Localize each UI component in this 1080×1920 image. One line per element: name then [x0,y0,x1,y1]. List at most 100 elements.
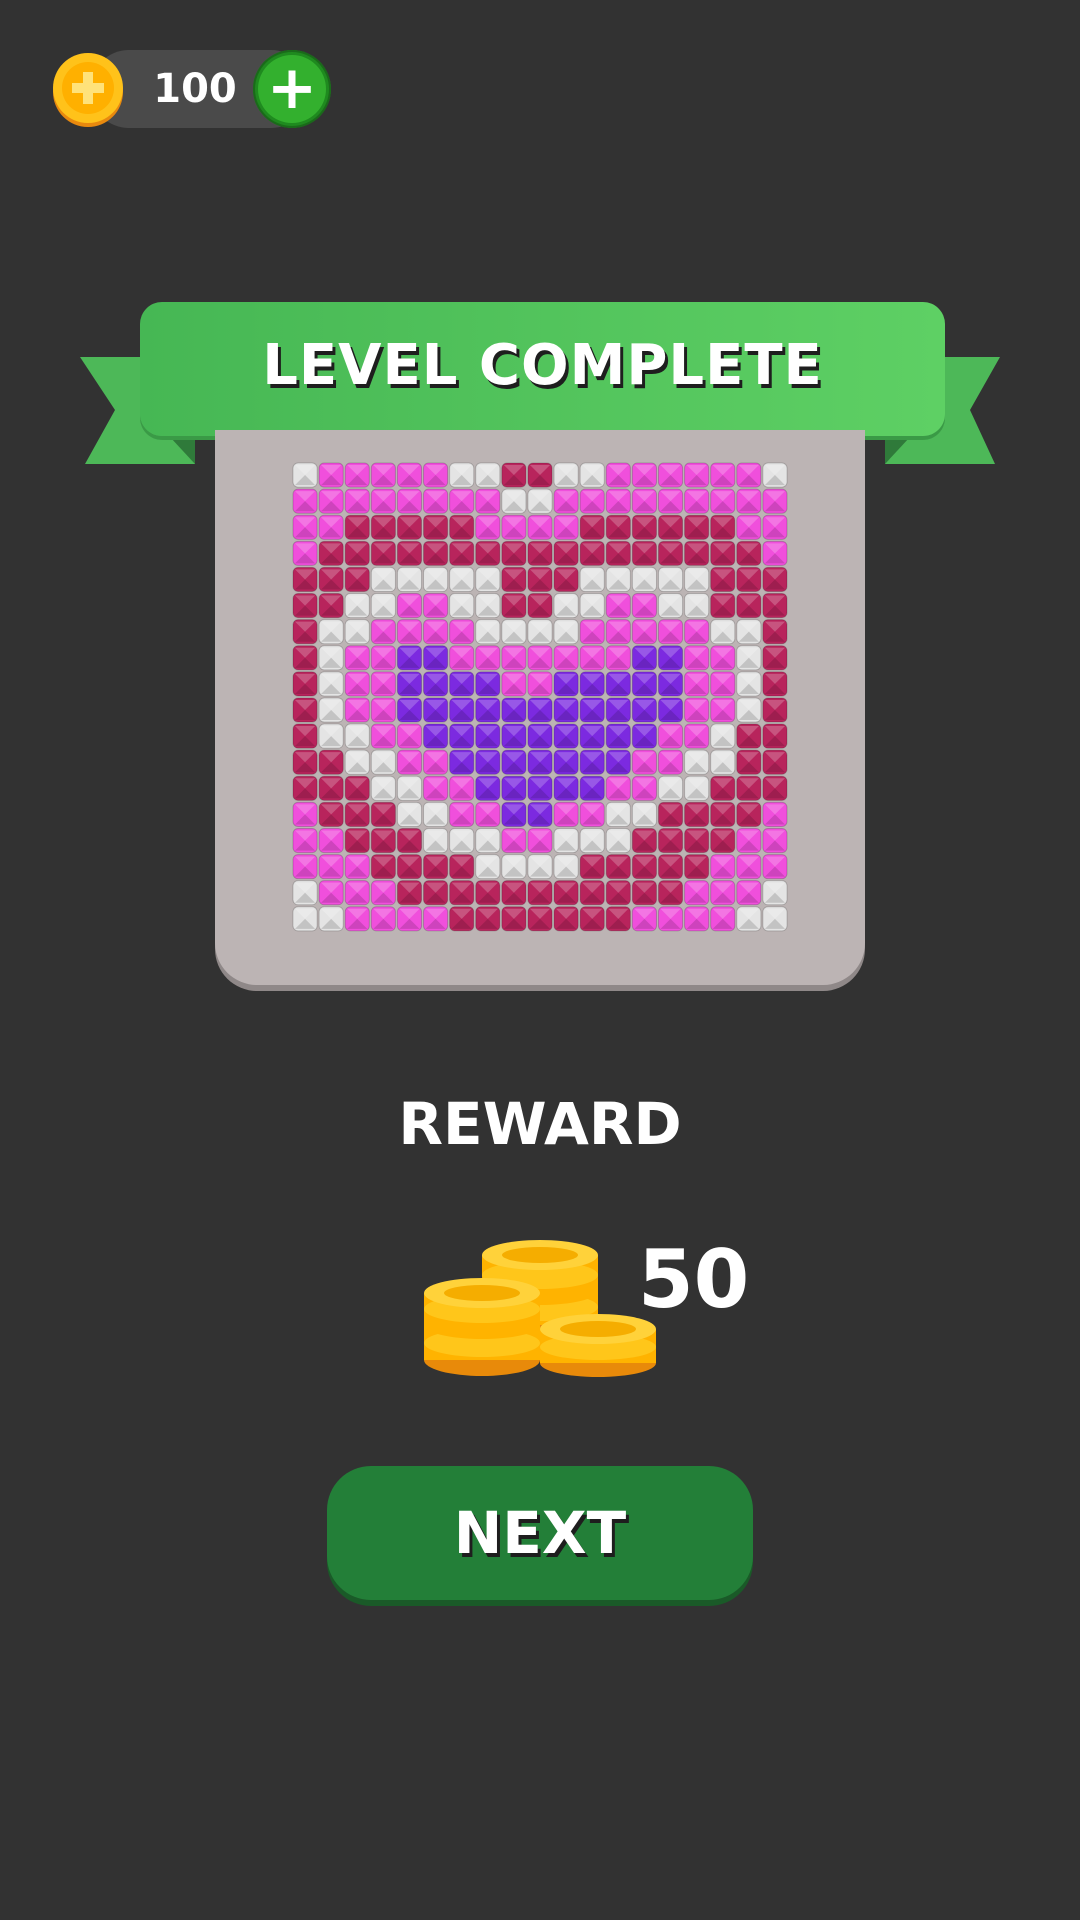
pixel-white [553,827,579,854]
pixel-pink [605,488,631,514]
next-button[interactable]: NEXT [327,1466,753,1600]
pixel-pink [631,749,657,775]
pixel-crimson [762,593,788,619]
pixel-crimson [553,566,579,593]
pixel-crimson [605,854,631,880]
pixel-white [318,723,344,749]
pixel-crimson [344,801,370,827]
pixel-pink [475,514,501,540]
pixel-violet [527,697,553,723]
pixel-pink [318,514,344,540]
pixel-white [475,566,501,593]
pixel-crimson [475,540,501,566]
pixel-crimson [657,540,684,566]
pixel-pink [318,488,344,514]
pixel-pink [710,906,736,932]
pixel-pink [501,827,527,854]
pixel-pink [579,801,605,827]
pixel-crimson [318,775,344,801]
pixel-white [736,645,762,671]
pixel-crimson [605,906,631,932]
pixel-pink [292,514,318,540]
pixel-pink [396,593,423,619]
pixel-violet [579,749,605,775]
pixel-crimson [344,514,370,540]
add-coins-button[interactable]: + [253,50,331,128]
pixel-white [344,619,370,645]
pixel-violet [475,697,501,723]
pixel-white [396,775,423,801]
pixel-pink [579,619,605,645]
pixel-violet [501,775,527,801]
pixel-pink [527,827,553,854]
pixel-crimson [370,540,396,566]
pixel-crimson [527,906,553,932]
pixel-pink [344,645,370,671]
pixel-violet [501,801,527,827]
pixel-crimson [370,801,396,827]
banner-body: LEVEL COMPLETE [140,302,945,436]
pixel-crimson [527,593,553,619]
pixel-crimson [762,566,788,593]
pixel-crimson [501,540,527,566]
pixel-violet [605,671,631,697]
pixel-crimson [684,854,710,880]
pixel-crimson [501,593,527,619]
pixel-crimson [292,749,318,775]
pixel-pink [344,906,370,932]
pixel-white [762,880,788,906]
pixel-pink [370,645,396,671]
pixel-white [344,723,370,749]
pixel-white [318,671,344,697]
pixel-pink [710,697,736,723]
pixel-violet [449,723,475,749]
pixel-white [553,619,579,645]
pixel-white [475,593,501,619]
pixel-pink [710,671,736,697]
pixel-pink [449,775,475,801]
pixel-crimson [553,906,579,932]
pixel-pink [736,514,762,540]
pixel-white [449,593,475,619]
pixel-pink [605,462,631,488]
pixel-crimson [449,854,475,880]
pixel-pink [605,645,631,671]
pixel-pink [396,906,423,932]
pixel-white [396,566,423,593]
pixel-violet [423,723,449,749]
pixel-pink [344,462,370,488]
pixel-crimson [736,775,762,801]
pixel-pink [423,462,449,488]
pixel-crimson [501,462,527,488]
pixel-pink [370,671,396,697]
pixel-white [527,619,553,645]
pixel-crimson [657,880,684,906]
pixel-white [475,462,501,488]
pixel-violet [449,749,475,775]
pixel-white [736,697,762,723]
pixel-violet [527,775,553,801]
pixel-violet [423,671,449,697]
pixel-pink [370,619,396,645]
pixel-crimson [579,906,605,932]
pixel-pink [475,801,501,827]
pixel-violet [449,671,475,697]
pixel-pink [710,645,736,671]
pixel-violet [553,671,579,697]
banner-title: LEVEL COMPLETE [262,333,823,398]
reward-amount: 50 [638,1233,750,1326]
pixel-violet [396,697,423,723]
pixel-pink [370,697,396,723]
pixel-crimson [370,514,396,540]
pixel-crimson [631,540,657,566]
pixel-crimson [553,540,579,566]
pixel-white [684,775,710,801]
pixel-pink [423,619,449,645]
pixel-violet [579,697,605,723]
pixel-pink [396,619,423,645]
pixel-violet [579,671,605,697]
pixel-crimson [553,880,579,906]
pixel-violet [553,749,579,775]
pixel-white [736,906,762,932]
pixel-crimson [423,880,449,906]
